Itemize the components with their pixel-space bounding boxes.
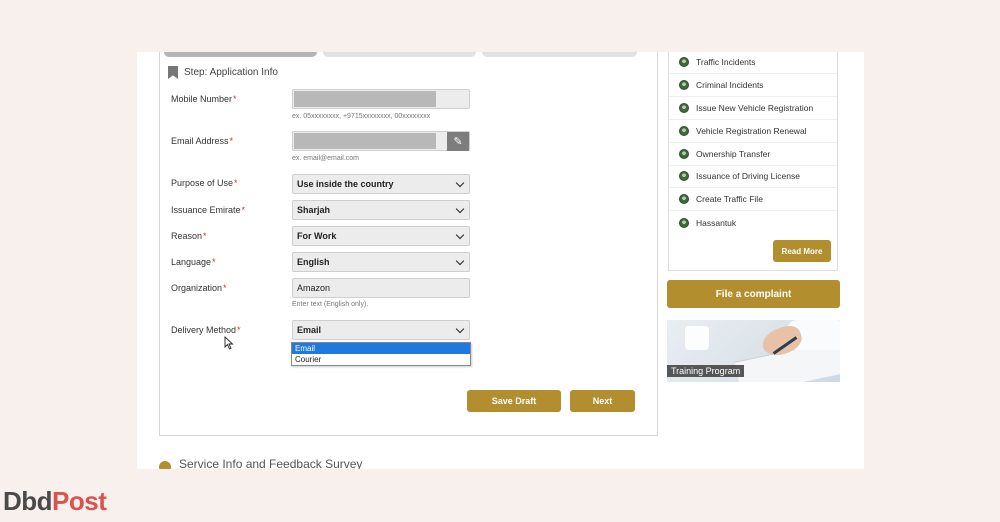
language-select[interactable]: English [292,252,470,272]
emblem-icon [679,149,689,159]
step-title-text: Step: Application Info [184,67,278,78]
pencil-icon[interactable]: ✎ [447,132,469,151]
reason-label: Reason* [171,231,207,241]
sidebar-item[interactable]: Traffic Incidents [669,52,837,74]
application-form: Step: Application Info Mobile Number* ex… [159,52,658,436]
required-mark: * [203,231,207,241]
save-draft-button[interactable]: Save Draft [467,390,561,412]
redacted-value [294,91,436,107]
chevron-down-icon [455,324,465,333]
organization-label: Organization* [171,283,227,293]
required-mark: * [223,283,227,293]
chevron-down-icon [455,204,465,213]
sidebar-item[interactable]: Ownership Transfer [669,143,837,166]
page-content: Step: Application Info Mobile Number* ex… [137,52,864,469]
mobile-label: Mobile Number* [171,94,237,104]
mobile-hint: ex. 05xxxxxxxx, +9715xxxxxxxx, 00xxxxxxx… [292,113,431,120]
emblem-icon [679,171,689,181]
organization-input[interactable]: Amazon [292,278,470,298]
emblem-icon [679,126,689,136]
bookmark-icon [168,66,178,79]
chevron-down-icon [455,178,465,187]
chevron-down-icon [455,256,465,265]
step-progress-2 [323,52,476,57]
redacted-value [294,133,436,149]
email-hint: ex. email@email.com [292,155,360,162]
mobile-input[interactable] [292,89,470,109]
delivery-dropdown-list: Email Courier [291,342,471,366]
purpose-label: Purpose of Use* [171,178,238,188]
sidebar-item[interactable]: Vehicle Registration Renewal [669,120,837,143]
purpose-select[interactable]: Use inside the country [292,174,470,194]
required-mark: * [233,94,237,104]
sidebar-item[interactable]: Issuance of Driving License [669,165,837,188]
required-mark: * [237,325,241,335]
emblem-icon [679,57,689,67]
services-sidebar: Traffic Incidents Criminal Incidents Iss… [668,52,838,271]
emblem-icon [679,217,689,228]
next-button[interactable]: Next [570,390,635,412]
emblem-icon [679,194,689,204]
emirate-select[interactable]: Sharjah [292,200,470,220]
training-program-banner[interactable]: Training Program [667,320,840,382]
emirate-label: Issuance Emirate* [171,205,246,215]
step-progress-active [164,52,317,57]
section-bullet-icon [159,461,171,469]
chevron-down-icon [455,230,465,239]
delivery-select[interactable]: Email [292,320,470,340]
sidebar-item[interactable]: Issue New Vehicle Registration [669,97,837,120]
read-more-button[interactable]: Read More [773,240,831,262]
required-mark: * [241,205,246,215]
mouse-cursor-icon [224,336,234,350]
email-label: Email Address* [171,136,234,146]
file-complaint-button[interactable]: File a complaint [667,280,840,308]
emblem-icon [679,80,689,90]
step-title: Step: Application Info [168,66,278,79]
language-label: Language* [171,257,216,267]
step-progress-3 [482,52,637,57]
delivery-label: Delivery Method* [171,325,241,335]
sidebar-item[interactable]: Criminal Incidents [669,74,837,97]
training-program-label: Training Program [667,365,745,377]
reason-select[interactable]: For Work [292,226,470,246]
sidebar-item[interactable]: Hassantuk [669,211,837,234]
watermark-logo: DbdPost [3,486,107,516]
sidebar-item[interactable]: Create Traffic File [669,188,837,211]
required-mark: * [212,257,216,267]
emblem-icon [679,103,689,113]
organization-hint: Enter text (English only). [292,301,369,308]
delivery-option-email[interactable]: Email [292,343,470,354]
email-input[interactable]: ✎ [292,131,470,151]
section-heading: Service Info and Feedback Survey [179,457,363,469]
delivery-option-courier[interactable]: Courier [292,354,470,365]
required-mark: * [234,178,238,188]
required-mark: * [229,136,234,146]
